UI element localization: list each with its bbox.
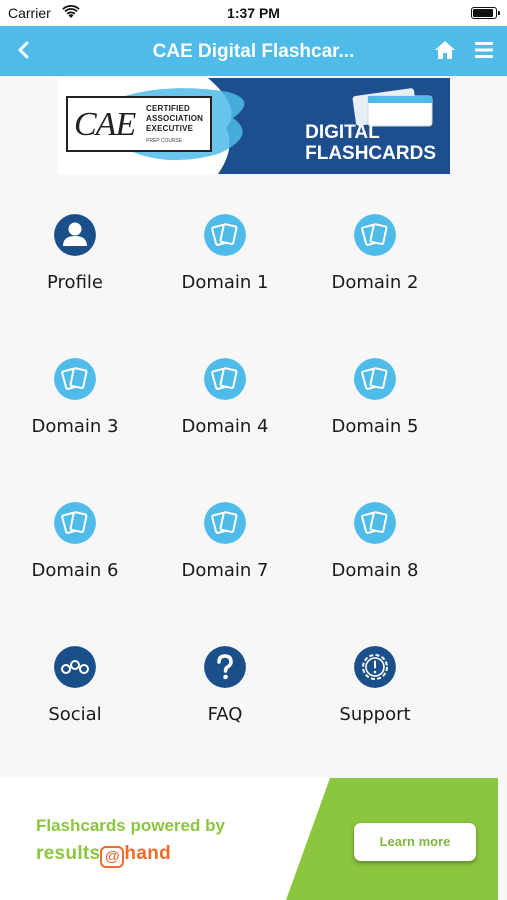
tile-label: Domain 8	[331, 560, 419, 581]
status-bar: Carrier 1:37 PM	[0, 0, 507, 26]
tile-label: Social	[48, 704, 102, 725]
flashcards-icon	[54, 358, 96, 400]
tile-domain-7[interactable]: Domain 7	[150, 484, 300, 604]
nav-bar: CAE Digital Flashcar...	[0, 26, 507, 76]
ad-tagline: Flashcards powered by	[36, 816, 225, 835]
page-title: CAE Digital Flashcar...	[152, 41, 355, 62]
tile-label: Domain 7	[181, 560, 269, 581]
flashcards-icon	[204, 358, 246, 400]
tile-label: Support	[339, 704, 411, 725]
at-sign-icon: @	[100, 846, 125, 868]
flashcards-icon	[204, 214, 246, 256]
footer-ad[interactable]: Flashcards powered by results @ hand Learn…	[0, 778, 498, 900]
edge-strip	[498, 778, 507, 900]
tile-label: FAQ	[207, 704, 243, 725]
hamburger-menu-icon[interactable]	[472, 38, 496, 62]
tile-label: Domain 3	[31, 416, 119, 437]
logo-line: ASSOCIATION	[146, 114, 204, 123]
home-icon[interactable]	[433, 38, 457, 62]
social-icon	[54, 646, 96, 688]
promo-banner: CAE CERTIFIED ASSOCIATION EXECUTIVE PREP…	[58, 78, 450, 174]
tile-domain-4[interactable]: Domain 4	[150, 340, 300, 460]
battery-icon	[471, 7, 500, 19]
logo-line: EXECUTIVE	[146, 124, 194, 133]
logo-line: CERTIFIED	[146, 104, 191, 113]
back-chevron-icon[interactable]	[12, 37, 36, 65]
tile-domain-1[interactable]: Domain 1	[150, 196, 300, 316]
tile-label: Domain 6	[31, 560, 119, 581]
tile-label: Domain 2	[331, 272, 419, 293]
profile-icon	[54, 214, 96, 256]
flashcards-icon	[354, 214, 396, 256]
tile-label: Domain 1	[181, 272, 269, 293]
tile-domain-6[interactable]: Domain 6	[0, 484, 150, 604]
flashcards-icon	[54, 502, 96, 544]
results-at-hand-logo: results @ hand	[36, 843, 171, 868]
banner-title: DIGITAL FLASHCARDS	[305, 122, 436, 164]
logo-subtitle: PREP COURSE	[146, 138, 183, 144]
tile-faq[interactable]: FAQ	[150, 628, 300, 748]
faq-icon	[204, 646, 246, 688]
tile-label: Domain 5	[331, 416, 419, 437]
tile-social[interactable]: Social	[0, 628, 150, 748]
cae-logo: CAE CERTIFIED ASSOCIATION EXECUTIVE PREP…	[66, 96, 212, 152]
learn-more-button[interactable]: Learn more	[354, 823, 476, 861]
tile-label: Domain 4	[181, 416, 269, 437]
tile-support[interactable]: Support	[300, 628, 450, 748]
flashcards-icon	[204, 502, 246, 544]
tile-label: Profile	[47, 272, 103, 293]
flashcards-icon	[354, 502, 396, 544]
tile-domain-5[interactable]: Domain 5	[300, 340, 450, 460]
tile-domain-3[interactable]: Domain 3	[0, 340, 150, 460]
tile-domain-2[interactable]: Domain 2	[300, 196, 450, 316]
tile-domain-8[interactable]: Domain 8	[300, 484, 450, 604]
support-icon	[354, 646, 396, 688]
clock: 1:37 PM	[227, 5, 280, 21]
flashcards-icon	[354, 358, 396, 400]
tile-profile[interactable]: Profile	[0, 196, 150, 316]
